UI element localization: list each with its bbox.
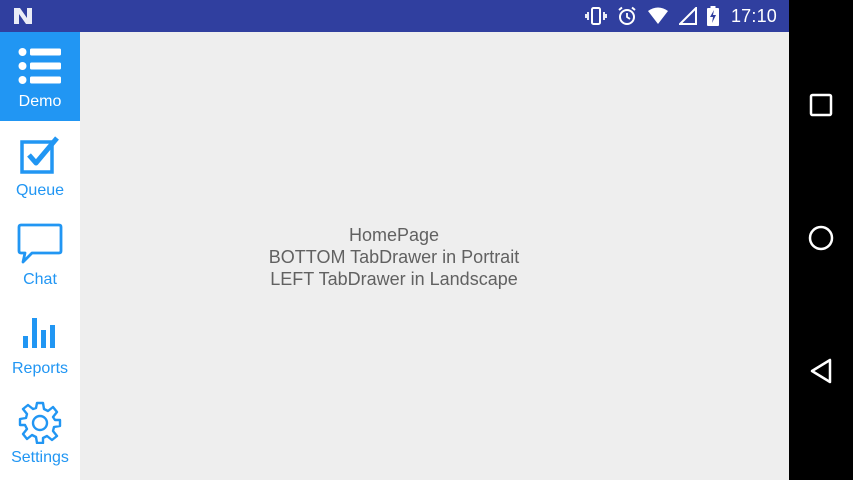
home-button[interactable] (789, 208, 853, 272)
status-icons: 17:10 (585, 0, 777, 32)
alarm-icon (617, 6, 637, 26)
content-title: HomePage (348, 225, 440, 245)
tab-drawer: Demo Queue Chat Reports Settings (0, 32, 80, 480)
home-page-content: HomePage BOTTOM TabDrawer in Portrait LE… (80, 32, 789, 480)
back-button[interactable] (789, 341, 853, 405)
vibrate-icon (585, 6, 607, 26)
chat-bubble-icon (17, 219, 63, 269)
tab-label-queue: Queue (15, 182, 65, 199)
list-icon (18, 41, 62, 91)
n-notification-icon (12, 6, 34, 26)
battery-charging-icon (706, 6, 719, 26)
home-page-text: HomePage BOTTOM TabDrawer in Portrait LE… (80, 224, 708, 290)
signal-icon (678, 7, 697, 25)
home-icon (807, 224, 835, 257)
tab-chat[interactable]: Chat (0, 210, 80, 299)
content-line-landscape: LEFT TabDrawer in Landscape (270, 269, 518, 289)
wifi-icon (647, 7, 669, 25)
tab-settings[interactable]: Settings (0, 388, 80, 477)
status-bar: 17:10 (0, 0, 789, 32)
tab-demo[interactable]: Demo (0, 32, 80, 121)
tab-label-demo: Demo (18, 93, 62, 110)
bar-chart-icon (21, 308, 59, 358)
recents-icon (809, 93, 833, 122)
tab-label-settings: Settings (11, 449, 69, 466)
tab-reports[interactable]: Reports (0, 299, 80, 388)
clock: 17:10 (730, 5, 777, 26)
device-screen: 17:10 Demo Queue Chat Reports Settings H… (0, 0, 853, 480)
tab-queue[interactable]: Queue (0, 121, 80, 210)
back-icon (808, 357, 834, 390)
checkbox-icon (19, 130, 61, 180)
navigation-bar (789, 0, 853, 480)
content-line-portrait: BOTTOM TabDrawer in Portrait (268, 247, 520, 267)
gear-icon (18, 397, 62, 447)
tab-label-chat: Chat (23, 271, 57, 288)
tab-label-reports: Reports (11, 360, 69, 377)
recents-button[interactable] (789, 75, 853, 139)
